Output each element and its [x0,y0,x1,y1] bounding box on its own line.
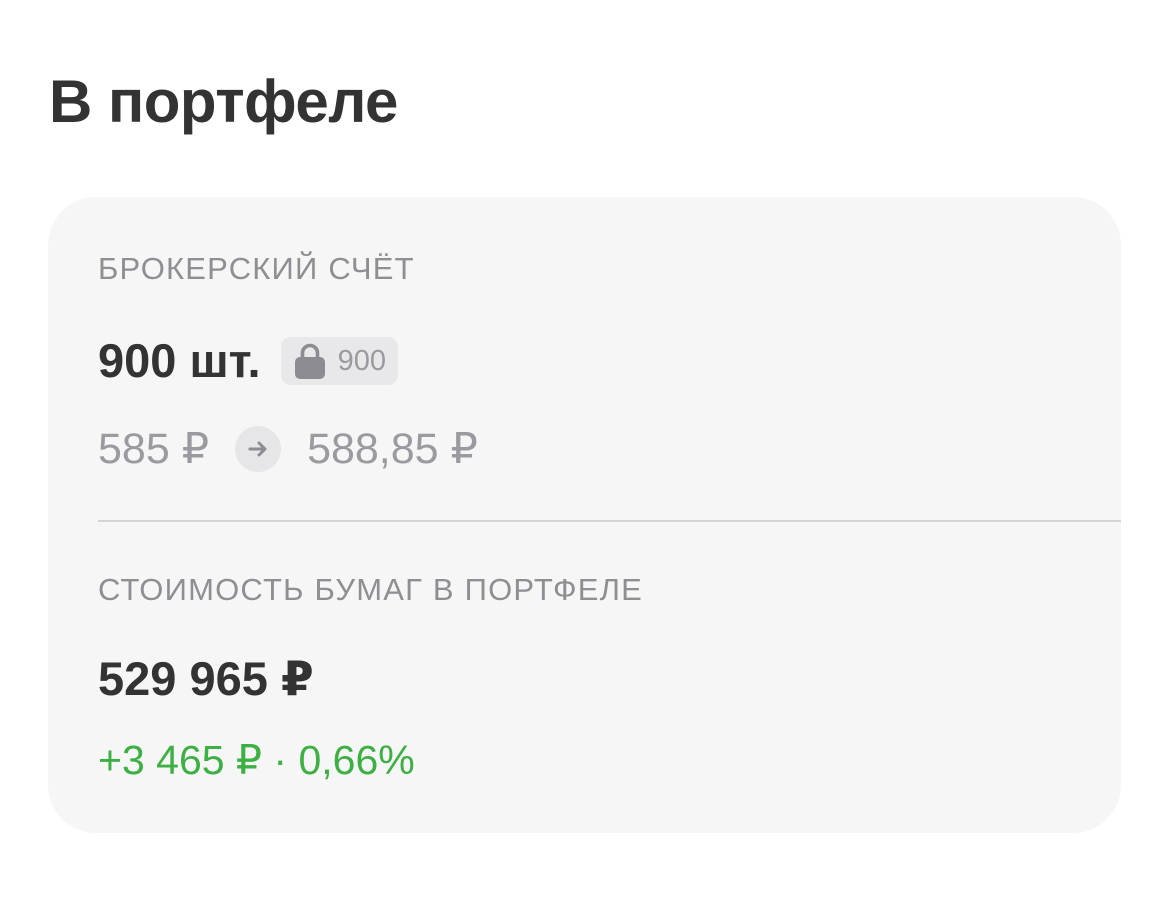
lock-icon [294,343,325,379]
price-row: 585 ₽ 588,85 ₽ [98,423,478,475]
portfolio-change: +3 465 ₽ · 0,66% [98,737,415,783]
price-to: 588,85 ₽ [307,425,478,473]
account-label: БРОКЕРСКИЙ СЧЁТ [98,251,415,286]
quantity-value: 900 шт. [98,334,261,387]
portfolio-value-label: СТОИМОСТЬ БУМАГ В ПОРТФЕЛЕ [98,572,644,607]
locked-quantity-badge[interactable]: 900 [280,337,398,385]
locked-quantity-value: 900 [337,344,386,377]
divider [98,520,1121,522]
quantity-row: 900 шт. 900 [98,331,398,391]
portfolio-total-value: 529 965 ₽ [98,652,314,705]
page-title: В портфеле [49,68,398,135]
price-from: 585 ₽ [98,425,210,473]
portfolio-card: БРОКЕРСКИЙ СЧЁТ 900 шт. 900 585 ₽ 588,85… [48,197,1121,833]
arrow-right-icon [235,426,282,472]
